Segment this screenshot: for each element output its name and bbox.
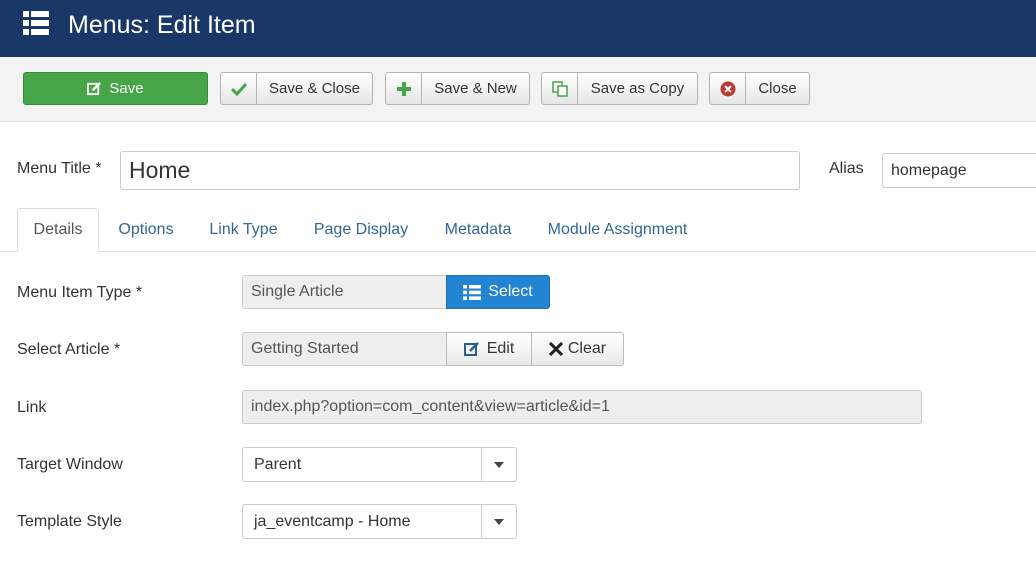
page-header: Menus: Edit Item [0,0,1036,57]
alias-input[interactable]: homepage [882,153,1036,188]
x-icon [548,342,563,356]
edit-article-button[interactable]: Edit [446,332,532,366]
edit-label: Edit [486,340,515,357]
save-new-button[interactable]: Save & New [385,72,530,105]
check-icon [230,82,247,96]
page-title: Menus: Edit Item [68,11,256,39]
menu-title-label: Menu Title * [17,160,102,177]
save-label: Save [109,80,144,97]
template-style-value: ja_eventcamp - Home [254,512,411,530]
menu-title-input[interactable]: Home [120,151,800,190]
template-style-select[interactable]: ja_eventcamp - Home [242,504,517,539]
alias-label: Alias [829,160,864,177]
clear-article-button[interactable]: Clear [531,332,624,366]
save-copy-button[interactable]: Save as Copy [541,72,698,105]
select-label: Select [488,283,533,300]
select-article-label: Select Article * [17,341,121,358]
tab-metadata[interactable]: Metadata [432,208,524,252]
save-close-label: Save & Close [269,80,360,97]
tab-page-display[interactable]: Page Display [300,208,422,252]
tab-details[interactable]: Details [17,208,99,252]
copy-icon [551,80,568,97]
list-icon [463,284,482,300]
menu-item-type-field: Single Article [242,275,447,309]
save-new-label: Save & New [434,80,517,97]
select-type-button[interactable]: Select [446,275,550,309]
tab-options[interactable]: Options [102,208,190,252]
menu-item-type-label: Menu Item Type * [17,284,143,301]
edit-icon [87,82,102,96]
template-style-label: Template Style [17,513,122,530]
save-close-button[interactable]: Save & Close [220,72,373,105]
save-button[interactable]: Save [23,72,208,105]
caret-down-icon [494,518,504,525]
close-circle-icon [720,81,735,96]
list-menu-icon [23,11,49,35]
tab-module-assignment[interactable]: Module Assignment [535,208,700,252]
select-article-field: Getting Started [242,332,447,366]
edit-icon [463,342,479,356]
link-label: Link [17,399,47,416]
target-window-select[interactable]: Parent [242,447,517,482]
tab-link-type[interactable]: Link Type [196,208,291,252]
target-window-label: Target Window [17,456,123,473]
save-copy-label: Save as Copy [590,80,685,97]
caret-down-icon [494,461,504,468]
toolbar: Save Save & Close Save & New Save as Cop… [0,57,1036,122]
target-window-value: Parent [254,455,302,473]
link-field: index.php?option=com_content&view=articl… [242,390,922,424]
clear-label: Clear [567,340,607,357]
close-label: Close [758,80,797,97]
close-button[interactable]: Close [709,72,810,105]
plus-icon [396,81,411,96]
